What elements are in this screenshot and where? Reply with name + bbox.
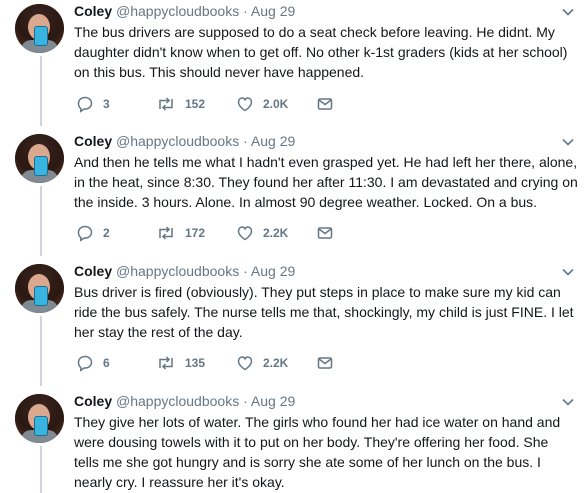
tweet-text-line: in the heat, since 8:30. They found her … bbox=[74, 174, 578, 190]
tweet-text-line: daughter didn't know when to get off. No… bbox=[74, 44, 568, 60]
author-name[interactable]: Coley bbox=[74, 263, 112, 279]
like-button[interactable]: 2.2K bbox=[236, 223, 288, 243]
tweet-date[interactable]: Aug 29 bbox=[251, 3, 295, 19]
like-count: 2.0K bbox=[263, 97, 289, 111]
reply-icon bbox=[77, 355, 93, 372]
avatar[interactable] bbox=[15, 4, 64, 53]
author-name[interactable]: Coley bbox=[74, 133, 112, 149]
avatar[interactable] bbox=[15, 134, 64, 183]
retweet-icon bbox=[159, 97, 173, 111]
chevron-down-icon[interactable] bbox=[561, 265, 575, 279]
tweet[interactable]: Coley @happycloudbooks · Aug 29 And then… bbox=[0, 132, 585, 256]
tweet-text: And then he tells me what I hadn't even … bbox=[74, 152, 579, 212]
separator: · bbox=[243, 3, 248, 19]
reply-count: 2 bbox=[103, 226, 110, 240]
chevron-down-icon[interactable] bbox=[561, 395, 575, 409]
tweet-text-line: the inside. 3 hours. Alone. In almost 90… bbox=[74, 194, 538, 210]
like-button[interactable]: 2.0K bbox=[236, 94, 288, 114]
tweet-header: Coley @happycloudbooks · Aug 29 bbox=[74, 392, 295, 410]
tweet-date[interactable]: Aug 29 bbox=[251, 133, 295, 149]
tweet-text-line: nearly cry. I reassure her it's okay. bbox=[74, 474, 285, 490]
tweet-actions: 6 135 2.2K bbox=[74, 353, 374, 373]
author-name[interactable]: Coley bbox=[74, 3, 112, 19]
retweet-count: 152 bbox=[185, 97, 206, 111]
direct-message-icon bbox=[317, 227, 333, 239]
retweet-icon bbox=[159, 226, 173, 240]
tweet-actions: 3 152 2.0K bbox=[74, 94, 374, 114]
tweet[interactable]: Coley @happycloudbooks · Aug 29 Bus driv… bbox=[0, 262, 585, 386]
tweet-text-line: on this bus. This should never have happ… bbox=[74, 64, 365, 80]
direct-message-button[interactable] bbox=[316, 94, 334, 114]
retweet-button[interactable]: 135 bbox=[156, 353, 205, 373]
tweet-text: Bus driver is fired (obviously). They pu… bbox=[74, 282, 579, 342]
tweet-text-line: were dousing towels with it to put on he… bbox=[74, 434, 549, 450]
author-handle[interactable]: @happycloudbooks bbox=[116, 133, 239, 149]
reply-count: 3 bbox=[103, 97, 110, 111]
direct-message-icon bbox=[317, 357, 333, 369]
avatar[interactable] bbox=[15, 394, 64, 443]
like-count: 2.2K bbox=[263, 356, 289, 370]
tweet-text-line: Bus driver is fired (obviously). They pu… bbox=[74, 284, 561, 300]
separator: · bbox=[243, 393, 248, 409]
direct-message-button[interactable] bbox=[316, 223, 334, 243]
tweet-header: Coley @happycloudbooks · Aug 29 bbox=[74, 132, 295, 150]
reply-button[interactable]: 6 bbox=[76, 353, 110, 373]
avatar[interactable] bbox=[15, 264, 64, 313]
tweet-text-line: And then he tells me what I hadn't even … bbox=[74, 154, 578, 170]
tweet-text: They give her lots of water. The girls w… bbox=[74, 412, 579, 492]
reply-count: 6 bbox=[103, 356, 110, 370]
tweet-date[interactable]: Aug 29 bbox=[251, 393, 295, 409]
tweet-text-line: her stay the rest of the day. bbox=[74, 324, 243, 340]
author-handle[interactable]: @happycloudbooks bbox=[116, 263, 239, 279]
tweet-text: The bus drivers are supposed to do a sea… bbox=[74, 22, 579, 82]
like-icon bbox=[237, 356, 253, 371]
separator: · bbox=[243, 133, 248, 149]
like-count: 2.2K bbox=[263, 226, 289, 240]
tweet-text-line: ride the bus safely. The nurse tells me … bbox=[74, 304, 574, 320]
tweet-actions: 2 172 2.2K bbox=[74, 223, 374, 243]
retweet-count: 172 bbox=[185, 226, 206, 240]
like-icon bbox=[237, 97, 253, 112]
tweet[interactable]: Coley @happycloudbooks · Aug 29 They giv… bbox=[0, 392, 585, 493]
direct-message-icon bbox=[317, 98, 333, 110]
reply-icon bbox=[77, 96, 93, 113]
like-button[interactable]: 2.2K bbox=[236, 353, 288, 373]
like-icon bbox=[237, 226, 253, 241]
tweet-date[interactable]: Aug 29 bbox=[251, 263, 295, 279]
tweet-text-line: The bus drivers are supposed to do a sea… bbox=[74, 24, 555, 40]
retweet-icon bbox=[159, 356, 173, 370]
tweet-text-line: They give her lots of water. The girls w… bbox=[74, 414, 561, 430]
retweet-count: 135 bbox=[185, 356, 206, 370]
direct-message-button[interactable] bbox=[316, 353, 334, 373]
tweet-text-line: tells me she got hungry and is sorry she… bbox=[74, 454, 541, 470]
tweet-header: Coley @happycloudbooks · Aug 29 bbox=[74, 2, 295, 20]
separator: · bbox=[243, 263, 248, 279]
retweet-button[interactable]: 172 bbox=[156, 223, 205, 243]
tweet[interactable]: Coley @happycloudbooks · Aug 29 The bus … bbox=[0, 2, 585, 126]
author-name[interactable]: Coley bbox=[74, 393, 112, 409]
reply-button[interactable]: 3 bbox=[76, 94, 110, 114]
author-handle[interactable]: @happycloudbooks bbox=[116, 393, 239, 409]
chevron-down-icon[interactable] bbox=[561, 135, 575, 149]
tweet-header: Coley @happycloudbooks · Aug 29 bbox=[74, 262, 295, 280]
author-handle[interactable]: @happycloudbooks bbox=[116, 3, 239, 19]
reply-button[interactable]: 2 bbox=[76, 223, 110, 243]
retweet-button[interactable]: 152 bbox=[156, 94, 205, 114]
chevron-down-icon[interactable] bbox=[561, 5, 575, 19]
reply-icon bbox=[77, 225, 93, 242]
